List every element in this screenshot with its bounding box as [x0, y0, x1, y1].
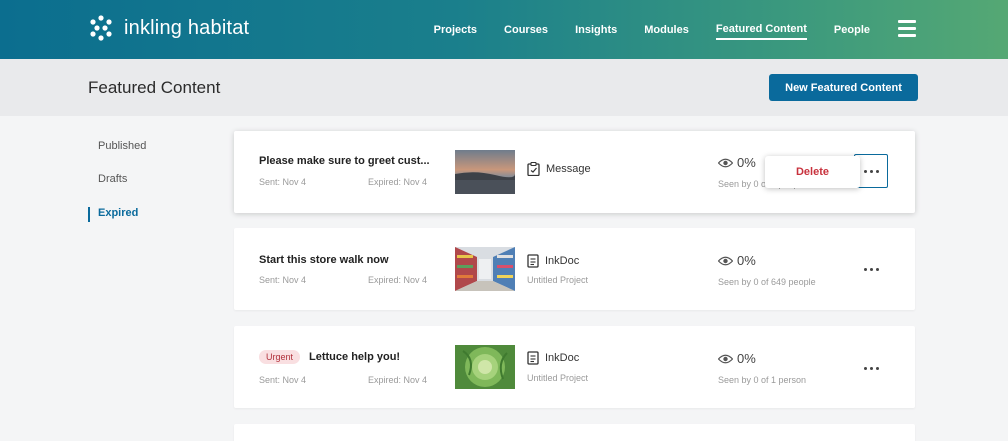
lettuce-image	[455, 345, 515, 389]
nav-featured-content[interactable]: Featured Content	[715, 19, 807, 40]
content-card[interactable]: Start this store walk now Sent: Nov 4 Ex…	[234, 228, 915, 310]
eye-icon	[718, 256, 733, 265]
document-icon	[527, 254, 539, 268]
content-type-label: InkDoc	[545, 352, 580, 364]
main-nav: Projects Courses Insights Modules Featur…	[407, 0, 910, 59]
more-dots-icon	[862, 169, 880, 173]
page-title: Featured Content	[88, 78, 221, 97]
project-name: Untitled Project	[527, 373, 589, 383]
sidebar-item-published[interactable]: Published	[88, 140, 218, 173]
status-filter-sidebar: Published Drafts Expired	[88, 140, 218, 222]
brand-logo[interactable]: inkling habitat	[88, 15, 249, 41]
sunset-water-image	[455, 150, 515, 194]
inkling-logo-icon	[90, 15, 112, 41]
expired-date: Expired: Nov 4	[368, 375, 428, 385]
project-name: Untitled Project	[527, 275, 589, 285]
nav-modules[interactable]: Modules	[644, 20, 689, 40]
card-title: Start this store walk now	[259, 254, 389, 266]
content-card[interactable]	[234, 424, 915, 441]
more-options-button[interactable]	[854, 351, 888, 385]
sent-date: Sent: Nov 4	[259, 375, 307, 385]
urgent-badge: Urgent	[259, 350, 301, 364]
more-dots-icon	[862, 267, 880, 271]
page-header: Featured Content New Featured Content	[0, 59, 1008, 116]
sent-date: Sent: Nov 4	[259, 275, 307, 285]
more-options-button[interactable]	[854, 252, 888, 286]
eye-icon	[718, 354, 733, 363]
clipboard-icon	[527, 162, 540, 176]
nav-people[interactable]: People	[834, 20, 870, 40]
store-aisle-image	[455, 247, 515, 291]
completion-percent: 0%	[737, 351, 756, 366]
sidebar-item-expired[interactable]: Expired	[88, 207, 218, 222]
card-title: Please make sure to greet cust...	[259, 155, 430, 167]
sidebar-item-drafts[interactable]: Drafts	[88, 173, 218, 206]
nav-courses[interactable]: Courses	[504, 20, 548, 40]
content-card[interactable]: Urgent Lettuce help you! Sent: Nov 4 Exp…	[234, 326, 915, 408]
nav-insights[interactable]: Insights	[575, 20, 617, 40]
seen-count: Seen by 0 of 649 people	[718, 277, 816, 287]
content-type-label: Message	[546, 163, 591, 175]
completion-percent: 0%	[737, 253, 756, 268]
sent-date: Sent: Nov 4	[259, 177, 307, 187]
completion-percent: 0%	[737, 155, 756, 170]
document-icon	[527, 351, 539, 365]
card-title: Lettuce help you!	[309, 351, 401, 363]
seen-count: Seen by 0 of 1 person	[718, 375, 807, 385]
top-navigation-bar: inkling habitat Projects Courses Insight…	[0, 0, 1008, 59]
new-featured-content-button[interactable]: New Featured Content	[769, 74, 918, 101]
nav-projects[interactable]: Projects	[434, 20, 477, 40]
more-dots-icon	[862, 366, 880, 370]
eye-icon	[718, 158, 733, 167]
expired-date: Expired: Nov 4	[368, 275, 428, 285]
hamburger-menu-icon[interactable]	[898, 20, 916, 38]
expired-date: Expired: Nov 4	[368, 177, 428, 187]
delete-menu-item[interactable]: Delete	[765, 156, 860, 188]
content-type-label: InkDoc	[545, 255, 580, 267]
brand-name: inkling habitat	[124, 16, 250, 39]
